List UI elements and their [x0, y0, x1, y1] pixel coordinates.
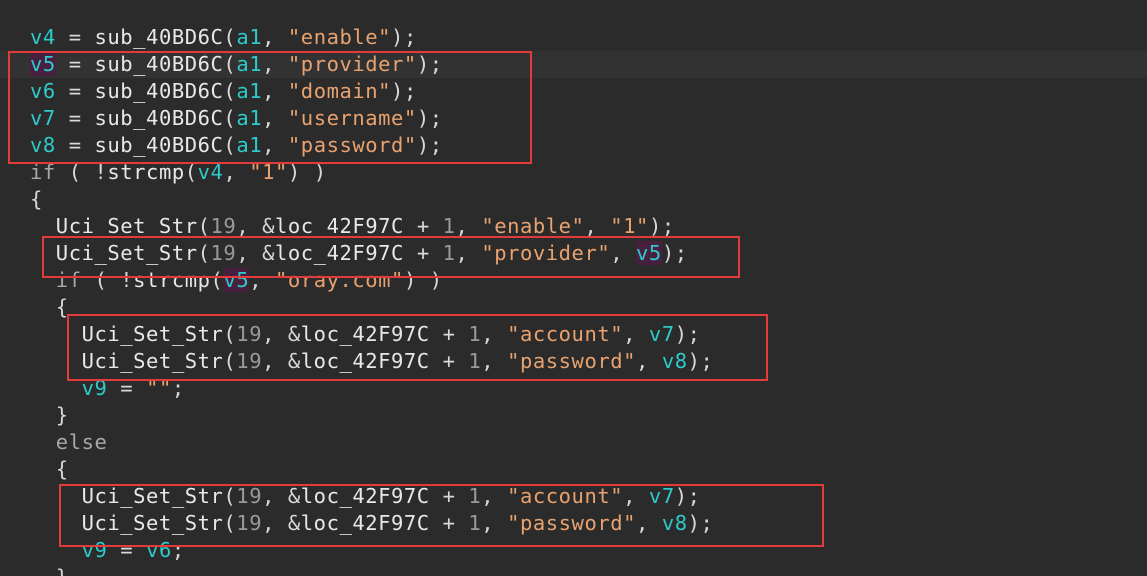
code-line: v9 = v6; [81, 538, 185, 562]
code-line: } [30, 564, 1147, 576]
code-line: } [30, 403, 69, 427]
code-line: Uci_Set_Str(19, &loc_42F97C + 1, "enable… [55, 214, 675, 238]
code-line: if ( !strcmp(v4, "1") ) [30, 160, 327, 184]
code-line: { [30, 295, 69, 319]
code-line: v8 = sub_40BD6C(a1, "password"); [30, 133, 443, 157]
code-line: Uci_Set_Str(19, &loc_42F97C + 1, "provid… [55, 241, 688, 265]
code-line: v9 = ""; [81, 376, 185, 400]
code-line: else [55, 430, 108, 454]
code-line: { [30, 457, 69, 481]
code-line: if ( !strcmp(v5, "oray.com") ) [55, 268, 443, 292]
code-line: v5 = sub_40BD6C(a1, "provider"); [0, 51, 1147, 78]
code-line: Uci_Set_Str(19, &loc_42F97C + 1, "passwo… [81, 349, 714, 373]
code-line: v6 = sub_40BD6C(a1, "domain"); [30, 79, 417, 103]
code-line: Uci_Set_Str(19, &loc_42F97C + 1, "passwo… [81, 511, 714, 535]
code-line: v7 = sub_40BD6C(a1, "username"); [30, 106, 443, 130]
code-line: { [30, 187, 43, 211]
code-line: v4 = sub_40BD6C(a1, "enable"); [30, 25, 417, 49]
code-line: Uci_Set_Str(19, &loc_42F97C + 1, "accoun… [81, 322, 701, 346]
code-line: Uci_Set_Str(19, &loc_42F97C + 1, "accoun… [81, 484, 701, 508]
pseudocode-view[interactable]: v4 = sub_40BD6C(a1, "enable"); v5 = sub_4… [0, 24, 1147, 576]
code-editor[interactable]: v4 = sub_40BD6C(a1, "enable"); v5 = sub_4… [0, 0, 1147, 576]
